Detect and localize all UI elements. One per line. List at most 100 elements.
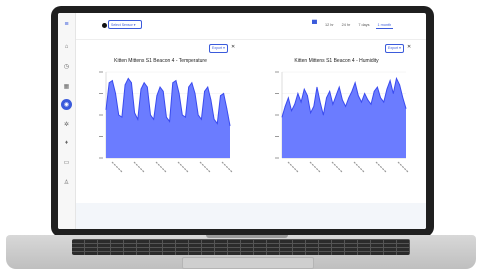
x-tick-label — [287, 161, 299, 173]
humidity-chart — [275, 71, 409, 173]
data-point — [322, 114, 324, 116]
data-point — [146, 86, 148, 88]
data-point — [194, 93, 196, 94]
data-point — [127, 78, 129, 79]
data-point — [348, 97, 350, 99]
laptop-hinge — [206, 235, 288, 238]
data-point — [361, 101, 362, 103]
x-tick-label — [353, 161, 365, 173]
data-point — [197, 114, 199, 116]
x-tick-label — [177, 161, 189, 173]
data-point — [226, 108, 228, 109]
data-point — [156, 95, 158, 96]
data-point — [153, 118, 155, 120]
data-point — [335, 95, 337, 96]
chart-icon[interactable]: ◉ — [61, 99, 72, 110]
data-point — [326, 97, 327, 99]
bell-icon[interactable]: ♦ — [63, 139, 70, 146]
data-point — [402, 97, 404, 99]
series-area — [282, 78, 406, 158]
data-point — [121, 116, 123, 118]
range-24hr-button[interactable]: 24 hr — [340, 22, 353, 29]
data-point — [392, 93, 394, 94]
data-point — [294, 103, 296, 105]
data-point — [380, 97, 381, 99]
data-point — [313, 106, 315, 107]
data-point — [223, 93, 224, 94]
temperature-chart — [99, 71, 233, 173]
data-point — [329, 91, 331, 92]
user-icon[interactable]: ♙ — [63, 179, 70, 186]
data-point — [124, 84, 126, 86]
data-point — [150, 114, 151, 116]
data-point — [288, 97, 289, 99]
data-point — [204, 91, 205, 92]
data-point — [185, 116, 186, 118]
data-point — [115, 93, 116, 94]
range-12hr-button[interactable]: 12 hr — [323, 22, 336, 29]
data-point — [310, 112, 311, 114]
range-7days-button[interactable]: 7 days — [356, 22, 371, 29]
data-point — [377, 86, 378, 88]
data-point — [159, 86, 161, 88]
print-icon[interactable]: ▭ — [63, 159, 70, 166]
data-point — [172, 82, 174, 84]
data-point — [389, 80, 391, 81]
data-point — [345, 106, 346, 107]
device-select[interactable]: Select Sensor ▾ — [108, 20, 142, 29]
data-point — [210, 99, 212, 101]
footer-area — [76, 203, 426, 229]
data-point — [364, 93, 366, 94]
data-point — [297, 93, 299, 94]
data-point — [316, 86, 318, 88]
x-tick-label — [221, 161, 233, 173]
clock-icon[interactable]: ◷ — [63, 63, 70, 70]
home-icon[interactable]: ⌂ — [63, 43, 70, 50]
data-point — [338, 86, 340, 88]
data-point — [216, 123, 218, 124]
x-tick-label — [397, 161, 409, 173]
data-point — [131, 82, 132, 84]
data-point — [118, 114, 120, 116]
data-point — [300, 101, 302, 103]
menu-icon[interactable]: ≡ — [63, 21, 70, 28]
data-point — [201, 118, 202, 120]
data-point — [291, 110, 292, 112]
data-point — [383, 101, 385, 103]
data-point — [162, 91, 164, 92]
laptop-base — [6, 235, 476, 269]
data-point — [303, 88, 305, 90]
laptop-keyboard — [72, 239, 410, 255]
range-selector: 12 hr 24 hr 7 days 1 month — [323, 22, 394, 29]
data-point — [191, 82, 193, 84]
data-point — [319, 101, 321, 103]
app-screen: ≡ ⌂ ◷ ▦ ◉ ✲ ♦ ▭ ♙ Select Sensor ▾ ▀ 12 h… — [58, 13, 426, 229]
data-point — [134, 112, 135, 114]
topbar: Select Sensor ▾ ▀ 12 hr 24 hr 7 days 1 m… — [76, 13, 426, 40]
data-point — [342, 99, 343, 101]
x-tick-label — [331, 161, 343, 173]
temperature-chart-card: Export ▾ ✕ Kitten Mittens S1 Beacon 4 - … — [78, 40, 243, 200]
data-point — [354, 82, 356, 84]
data-point — [213, 118, 215, 120]
charts-area: Export ▾ ✕ Kitten Mittens S1 Beacon 4 - … — [76, 40, 426, 202]
data-point — [367, 99, 369, 101]
cart-icon[interactable]: ▀ — [312, 21, 317, 28]
range-1month-button[interactable]: 1 month — [375, 22, 394, 29]
x-tick-label — [155, 161, 167, 173]
data-point — [108, 82, 110, 84]
x-tick-label — [375, 161, 387, 173]
data-point — [386, 88, 388, 90]
data-point — [405, 108, 407, 109]
data-point — [307, 95, 308, 96]
data-point — [143, 82, 145, 84]
data-point — [332, 103, 334, 105]
data-point — [181, 114, 183, 116]
data-point — [220, 95, 221, 96]
x-tick-label — [133, 161, 145, 173]
data-point — [373, 91, 375, 92]
x-tick-label — [199, 161, 211, 173]
x-tick-label — [111, 161, 123, 173]
gear-icon[interactable]: ✲ — [63, 121, 70, 128]
grid-icon[interactable]: ▦ — [63, 83, 70, 90]
